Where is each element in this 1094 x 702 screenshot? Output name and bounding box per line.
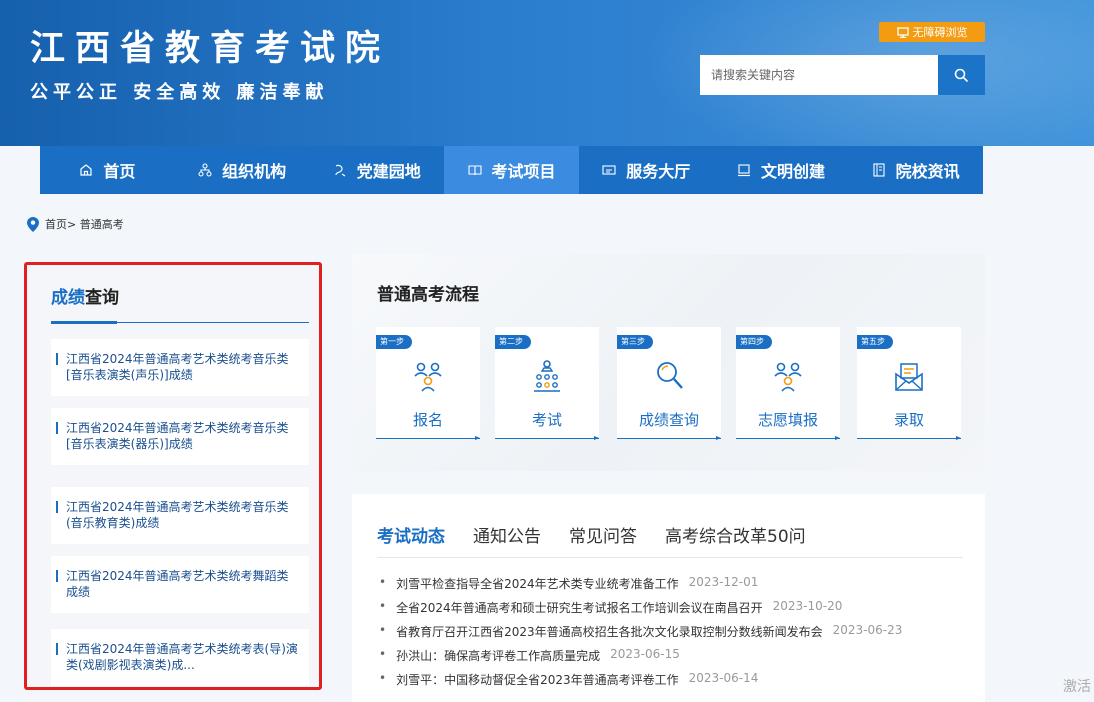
sidebar-link[interactable]: 江西省2024年普通高考艺术类统考舞蹈类成绩: [51, 556, 309, 613]
bullet-icon: •: [379, 623, 387, 637]
news-item[interactable]: • 刘雪平检查指导全省2024年艺术类专业统考准备工作 2023-12-01: [379, 575, 902, 599]
sidebar-header: 成绩查询: [51, 283, 309, 324]
breadcrumb: 首页> 普通高考: [27, 216, 124, 232]
site-slogan: 公平公正 安全高效 廉洁奉献: [30, 82, 329, 103]
search-input[interactable]: 请搜索关键内容: [700, 55, 938, 95]
magnifier-icon: [657, 362, 683, 389]
envelope-icon: [895, 363, 923, 391]
search-icon: [954, 68, 969, 82]
sidebar-title-highlight: 成绩: [51, 288, 85, 308]
location-pin-icon: [27, 216, 39, 232]
news-title[interactable]: 全省2024年普通高考和硕士研究生考试报名工作培训会议在南昌召开: [396, 599, 763, 623]
sidebar-link[interactable]: 江西省2024年普通高考艺术类统考音乐类[音乐表演类(器乐)]成绩: [51, 408, 309, 465]
tab-exam-news[interactable]: 考试动态: [377, 522, 445, 557]
nav-item-schools[interactable]: 院校资讯: [848, 146, 983, 194]
step-label: 考试: [531, 411, 562, 429]
news-tabs: 考试动态 通知公告 常见问答 高考综合改革50问: [377, 522, 963, 558]
activation-watermark: 激活: [1063, 679, 1091, 695]
nav-label: 院校资讯: [895, 162, 960, 181]
nav-label: 首页: [103, 162, 136, 181]
news-title[interactable]: 省教育厅召开江西省2023年普通高校招生各批次文化录取控制分数线新闻发布会: [396, 623, 823, 647]
accessibility-label: 无障碍浏览: [912, 26, 968, 39]
sidebar-title: 成绩查询: [51, 283, 309, 308]
search-button[interactable]: [938, 55, 985, 95]
sidebar-link[interactable]: 江西省2024年普通高考艺术类统考表(导)演类(戏剧影视表演类)成...: [51, 629, 309, 686]
nav-label: 文明创建: [760, 162, 825, 181]
step-badge: 第二步: [495, 335, 531, 349]
sidebar-title-underline: [51, 321, 117, 324]
flow-step-exam[interactable]: 第二步 考试: [495, 327, 599, 440]
score-query-sidebar: 成绩查询 江西省2024年普通高考艺术类统考音乐类[音乐表演类(声乐)]成绩 江…: [24, 262, 322, 690]
bullet-icon: •: [379, 647, 387, 661]
step-underline: [495, 436, 599, 440]
step-badge: 第五步: [857, 335, 893, 349]
exam-icon: [534, 360, 560, 392]
org-icon: [198, 163, 212, 177]
step-underline: [617, 436, 721, 440]
flow-step-score-query[interactable]: 第三步 成绩查询: [617, 327, 721, 440]
step-label: 报名: [412, 411, 443, 429]
exam-flow-panel: 普通高考流程 第一步 报名 第二步 考试 第三步 成绩查询 第四步 志愿填报 第…: [352, 254, 985, 471]
flow-step-admission[interactable]: 第五步 录取: [857, 327, 961, 440]
news-item[interactable]: • 省教育厅召开江西省2023年普通高校招生各批次文化录取控制分数线新闻发布会 …: [379, 623, 902, 647]
nav-item-civilization[interactable]: 文明创建: [714, 146, 849, 194]
party-icon: [335, 164, 346, 177]
people-icon: [414, 362, 442, 392]
bullet-icon: •: [379, 599, 387, 613]
nav-item-org[interactable]: 组织机构: [175, 146, 310, 194]
sidebar-link[interactable]: 江西省2024年普通高考艺术类统考音乐类(音乐教育类)成绩: [51, 487, 309, 544]
news-item[interactable]: • 刘雪平：中国移动督促全省2023年普通高考评卷工作 2023-06-14: [379, 671, 902, 695]
home-icon: [80, 164, 92, 176]
nav-label: 党建园地: [356, 162, 421, 181]
news-date: 2023-06-15: [610, 647, 680, 661]
nav-item-exams[interactable]: 考试项目: [444, 146, 579, 194]
accessibility-button[interactable]: 无障碍浏览: [879, 22, 985, 42]
news-list: • 刘雪平检查指导全省2024年艺术类专业统考准备工作 2023-12-01 •…: [379, 575, 902, 695]
step-underline: [736, 436, 840, 440]
breadcrumb-text[interactable]: 首页> 普通高考: [45, 216, 124, 232]
document-icon: [873, 163, 885, 177]
step-underline: [376, 436, 480, 440]
news-date: 2023-10-20: [772, 599, 843, 613]
sidebar-link[interactable]: 江西省2024年普通高考艺术类统考音乐类[音乐表演类(声乐)]成绩: [51, 339, 309, 396]
step-badge: 第三步: [617, 335, 653, 349]
news-date: 2023-12-01: [688, 575, 759, 589]
nav-item-service[interactable]: 服务大厅: [579, 146, 714, 194]
service-icon: [602, 165, 616, 175]
site-title[interactable]: 江西省教育考试院: [30, 20, 390, 71]
step-label: 成绩查询: [638, 411, 699, 429]
step-underline: [857, 436, 961, 440]
news-date: 2023-06-14: [688, 671, 759, 685]
people-icon: [774, 362, 802, 392]
main-nav: 首页 组织机构 党建园地 考试项目 服务大厅 文明创建 院校资讯: [40, 146, 983, 194]
tab-notices[interactable]: 通知公告: [473, 522, 541, 557]
step-badge: 第四步: [736, 335, 772, 349]
book-icon: [467, 165, 482, 176]
bullet-icon: •: [379, 575, 387, 589]
flow-title: 普通高考流程: [377, 285, 479, 305]
news-date: 2023-06-23: [832, 623, 903, 637]
nav-item-home[interactable]: 首页: [40, 146, 175, 194]
news-title[interactable]: 刘雪平：中国移动督促全省2023年普通高考评卷工作: [396, 671, 679, 695]
bullet-icon: •: [379, 671, 387, 685]
flow-step-application[interactable]: 第四步 志愿填报: [736, 327, 840, 440]
news-item[interactable]: • 全省2024年普通高考和硕士研究生考试报名工作培训会议在南昌召开 2023-…: [379, 599, 902, 623]
monitor-icon: [737, 164, 750, 177]
tab-reform-50[interactable]: 高考综合改革50问: [665, 522, 806, 557]
news-panel: 考试动态 通知公告 常见问答 高考综合改革50问 • 刘雪平检查指导全省2024…: [352, 494, 985, 702]
nav-label: 考试项目: [491, 162, 556, 181]
tab-faq[interactable]: 常见问答: [569, 522, 637, 557]
step-label: 志愿填报: [757, 411, 818, 429]
news-title[interactable]: 孙洪山：确保高考评卷工作高质量完成: [396, 647, 600, 671]
nav-label: 服务大厅: [626, 162, 691, 181]
sidebar-title-rest: 查询: [85, 288, 119, 308]
news-title[interactable]: 刘雪平检查指导全省2024年艺术类专业统考准备工作: [396, 575, 679, 599]
news-item[interactable]: • 孙洪山：确保高考评卷工作高质量完成 2023-06-15: [379, 647, 902, 671]
flow-step-register[interactable]: 第一步 报名: [376, 327, 480, 440]
nav-label: 组织机构: [222, 162, 287, 181]
step-label: 录取: [893, 411, 924, 429]
nav-item-party[interactable]: 党建园地: [309, 146, 444, 194]
monitor-icon: [896, 26, 909, 38]
step-badge: 第一步: [376, 335, 412, 349]
